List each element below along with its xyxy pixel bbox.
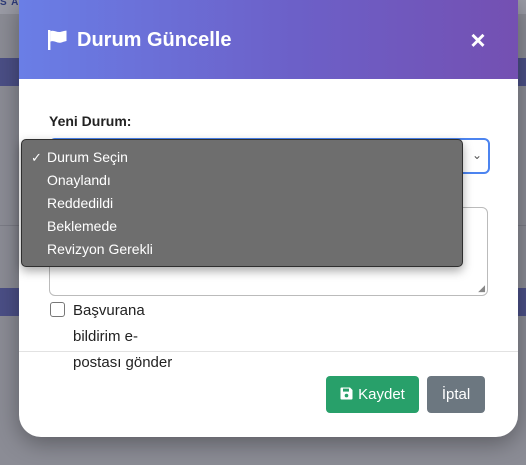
status-option[interactable]: Onaylandı (47, 172, 111, 188)
modal-title: Durum Güncelle (77, 29, 232, 51)
close-icon[interactable]: × (465, 25, 491, 55)
flag-icon (48, 30, 67, 50)
chevron-down-icon: ⌄ (471, 148, 482, 162)
modal-header: Durum Güncelle × (19, 0, 518, 79)
status-option[interactable]: Durum Seçin (47, 149, 128, 165)
checkmark-icon: ✓ (31, 150, 42, 165)
notify-checkbox[interactable] (50, 302, 65, 317)
status-dropdown-list: ✓ Durum Seçin Onaylandı Reddedildi Bekle… (21, 139, 463, 267)
status-option[interactable]: Beklemede (47, 218, 117, 234)
footer-divider (19, 351, 518, 352)
save-button[interactable]: Kaydet (326, 376, 419, 413)
resize-grip-icon[interactable]: ◢ (478, 283, 485, 294)
status-option[interactable]: Reddedildi (47, 195, 113, 211)
notify-checkbox-label[interactable]: Başvurana bildirim e-postası gönder (73, 298, 183, 376)
status-label: Yeni Durum: (49, 113, 132, 129)
save-button-label: Kaydet (358, 386, 405, 403)
status-option[interactable]: Revizyon Gerekli (47, 241, 153, 257)
cancel-button[interactable]: İptal (427, 376, 485, 413)
save-icon (340, 387, 353, 400)
